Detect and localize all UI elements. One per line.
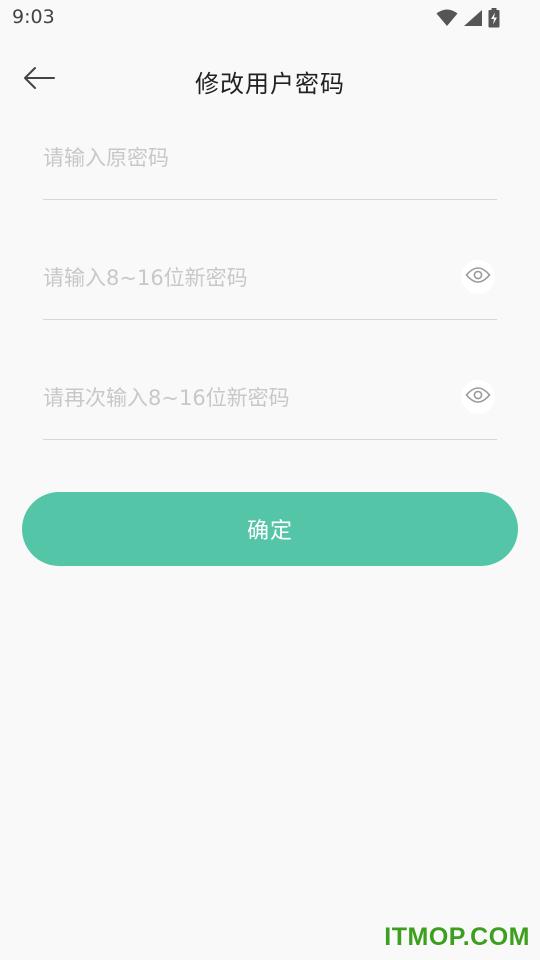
- watermark: ITMOP.COM: [384, 923, 530, 951]
- change-password-screen: 9:03 修改用户密码 确定 ITMOP.COM: [0, 0, 540, 960]
- new-password-input[interactable]: [43, 260, 443, 296]
- confirm-password-visibility-toggle[interactable]: [461, 380, 495, 414]
- old-password-input[interactable]: [43, 140, 443, 176]
- new-password-field: [43, 240, 497, 320]
- eye-icon: [465, 386, 491, 408]
- wifi-icon: [436, 9, 458, 27]
- eye-icon: [465, 266, 491, 288]
- confirm-password-field: [43, 360, 497, 440]
- status-icons: [436, 8, 500, 28]
- confirm-button[interactable]: 确定: [22, 492, 518, 566]
- status-time: 9:03: [12, 6, 55, 28]
- battery-charging-icon: [488, 8, 500, 28]
- new-password-visibility-toggle[interactable]: [461, 260, 495, 294]
- status-bar: 9:03: [0, 0, 540, 36]
- cell-signal-icon: [463, 9, 483, 27]
- confirm-password-input[interactable]: [43, 380, 443, 416]
- app-bar: 修改用户密码: [0, 44, 540, 116]
- old-password-field: [43, 120, 497, 200]
- page-title: 修改用户密码: [195, 70, 345, 98]
